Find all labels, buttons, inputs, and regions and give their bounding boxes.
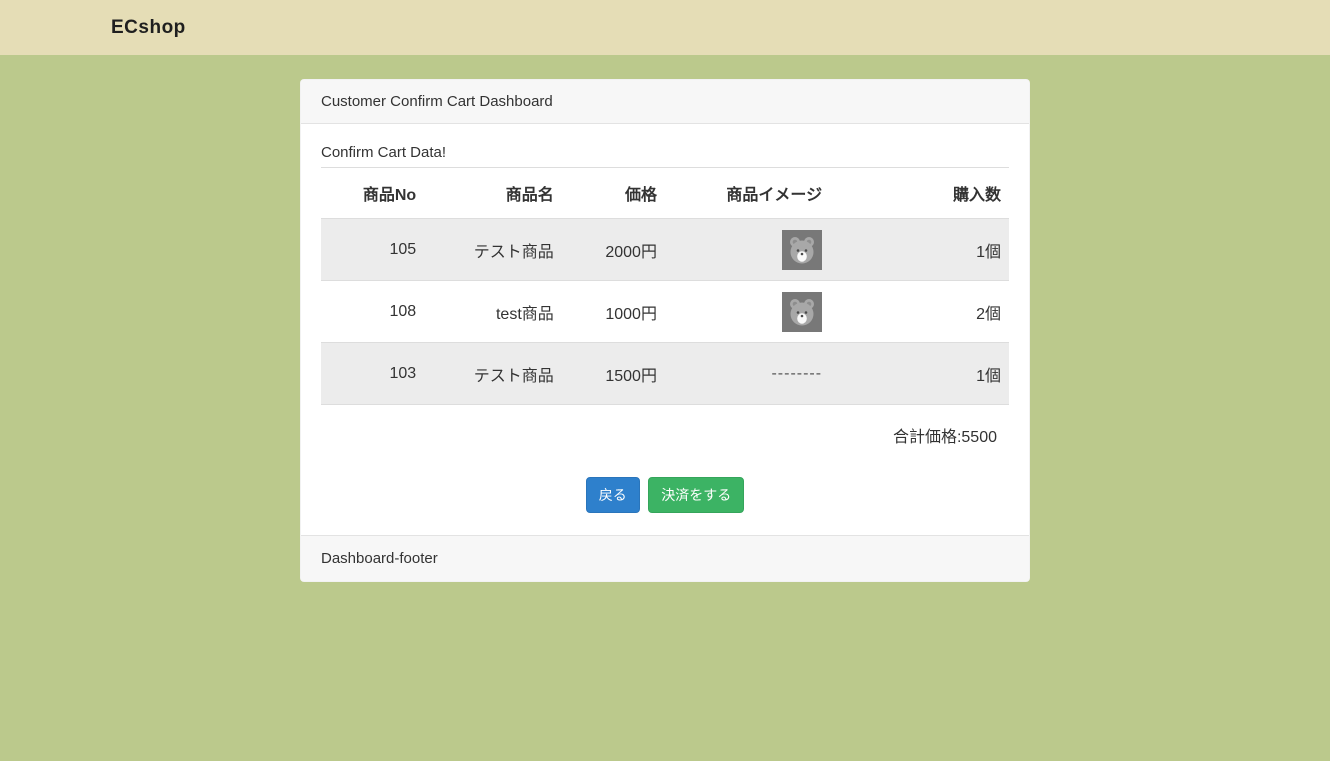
column-header-product-no: 商品No (321, 167, 425, 219)
checkout-button[interactable]: 決済をする (648, 477, 745, 513)
table-header-row: 商品No 商品名 価格 商品イメージ 購入数 (321, 167, 1009, 219)
cell-quantity: 1個 (830, 342, 1009, 405)
confirm-cart-title: Confirm Cart Data! (321, 144, 447, 161)
main-container: Customer Confirm Cart Dashboard Confirm … (300, 79, 1030, 582)
cart-table: 商品No 商品名 価格 商品イメージ 購入数 105 テスト商品 2000円 1… (321, 167, 1009, 405)
cell-product-no: 108 (321, 280, 425, 343)
cell-product-image: -------- (664, 342, 831, 405)
cell-product-image (664, 218, 831, 281)
table-row: 105 テスト商品 2000円 1個 (321, 218, 1009, 281)
cell-product-name: test商品 (424, 280, 562, 343)
cell-price: 2000円 (561, 218, 665, 281)
column-header-product-image: 商品イメージ (664, 167, 831, 219)
button-row: 戻る 決済をする (321, 477, 1009, 513)
bear-placeholder-image (782, 229, 823, 270)
card-footer: Dashboard-footer (301, 535, 1029, 581)
card-header-title: Customer Confirm Cart Dashboard (321, 93, 553, 110)
cart-dashboard-card: Customer Confirm Cart Dashboard Confirm … (300, 79, 1030, 582)
total-price-label: 合計価格:5500 (892, 429, 997, 446)
cell-product-image (664, 280, 831, 343)
table-row: 103 テスト商品 1500円 -------- 1個 (321, 342, 1009, 405)
cell-product-name: テスト商品 (424, 342, 562, 405)
card-footer-text: Dashboard-footer (321, 550, 438, 567)
cell-price: 1500円 (561, 342, 665, 405)
column-header-product-name: 商品名 (424, 167, 562, 219)
cell-quantity: 1個 (830, 218, 1009, 281)
navbar: ECshop (0, 0, 1330, 55)
column-header-quantity: 購入数 (830, 167, 1009, 219)
back-button[interactable]: 戻る (585, 477, 640, 513)
table-row: 108 test商品 1000円 2個 (321, 280, 1009, 343)
no-image-placeholder: -------- (771, 364, 823, 382)
bear-placeholder-image (782, 291, 823, 332)
card-header: Customer Confirm Cart Dashboard (301, 80, 1029, 124)
brand-logo[interactable]: ECshop (111, 17, 186, 39)
cell-quantity: 2個 (830, 280, 1009, 343)
column-header-price: 価格 (561, 167, 665, 219)
card-body: Confirm Cart Data! 商品No 商品名 価格 商品イメージ 購入… (301, 124, 1029, 535)
cell-price: 1000円 (561, 280, 665, 343)
cell-product-no: 105 (321, 218, 425, 281)
cell-product-no: 103 (321, 342, 425, 405)
cell-product-name: テスト商品 (424, 218, 562, 281)
